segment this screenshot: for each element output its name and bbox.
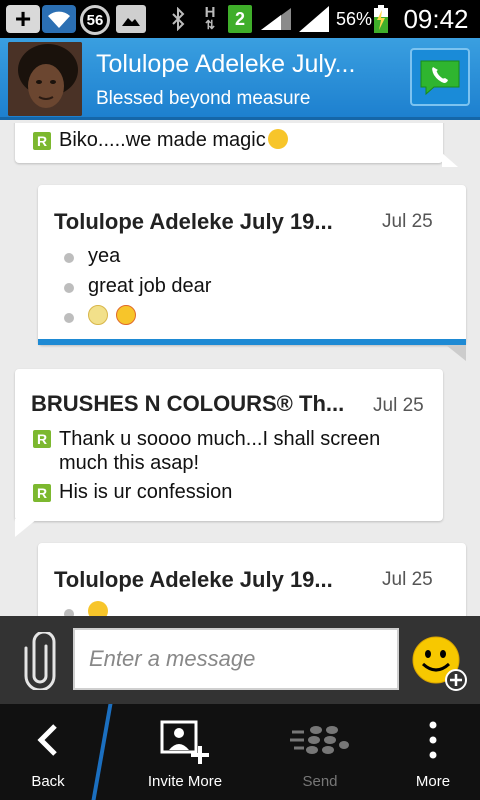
contact-avatar[interactable]	[8, 42, 82, 116]
message-text: yea	[88, 245, 121, 267]
signal-strength-icon	[258, 5, 294, 33]
invite-more-label: Invite More	[147, 773, 223, 790]
message-item: yea	[60, 245, 120, 268]
data-arrows-icon: ⇅	[204, 18, 216, 32]
message-date: Jul 25	[382, 211, 433, 232]
more-button[interactable]: More	[386, 704, 480, 800]
laughing-emoji-icon	[267, 129, 288, 149]
message-text: His is ur confession	[59, 481, 233, 503]
message-item: R His is ur confession	[33, 481, 433, 504]
delivered-dot-icon	[64, 253, 74, 263]
message-item	[60, 305, 136, 325]
chat-header: Tolulope Adeleke July... Blessed beyond …	[0, 38, 480, 120]
grinning-emoji-icon	[88, 305, 108, 325]
read-indicator-bar	[38, 339, 466, 345]
message-text: Biko.....we made magic	[59, 129, 266, 151]
voice-call-button[interactable]	[410, 48, 470, 106]
message-bubble-incoming[interactable]: BRUSHES N COLOURS® Th... Jul 25 R Thank …	[15, 369, 443, 521]
sim-slot-badge: 2	[228, 5, 252, 33]
conversation-list[interactable]: R Biko.....we made magic Tolulope Adelek…	[0, 123, 480, 616]
contact-name: Tolulope Adeleke July...	[96, 50, 356, 78]
signal-strength-2-icon	[296, 5, 332, 33]
message-date: Jul 25	[373, 395, 424, 416]
battery-charging-icon	[372, 5, 390, 33]
heart-eyes-emoji-icon	[116, 305, 136, 325]
message-item: R Biko.....we made magic	[33, 129, 433, 152]
message-item: R Thank u soooo much...I shall screen mu…	[33, 427, 433, 475]
read-status-icon: R	[33, 484, 51, 502]
message-bubble-outgoing[interactable]: Tolulope Adeleke July 19... Jul 25 yea g…	[38, 185, 466, 345]
overflow-menu-icon	[429, 721, 437, 759]
send-button[interactable]: Send	[272, 704, 368, 800]
invite-more-button[interactable]: Invite More	[124, 704, 246, 800]
delivered-dot-icon	[64, 609, 74, 616]
message-text: Thank u soooo much...I shall screen much…	[59, 428, 381, 474]
contact-status-message: Blessed beyond measure	[96, 88, 311, 109]
message-text: great job dear	[88, 275, 212, 297]
delivered-dot-icon	[64, 313, 74, 323]
image-notification-icon	[116, 5, 146, 33]
add-contact-icon	[160, 720, 209, 764]
message-date: Jul 25	[382, 569, 433, 590]
network-type-indicator: H ⇅	[200, 5, 220, 33]
message-sender: Tolulope Adeleke July 19...	[54, 567, 333, 592]
message-sender: BRUSHES N COLOURS® Th...	[31, 391, 345, 416]
bubble-tail-icon	[15, 519, 37, 537]
battery-percent: 56%	[335, 8, 373, 29]
chevron-left-icon	[37, 724, 57, 756]
clock: 09:42	[403, 3, 469, 34]
notification-count-badge: 56	[80, 5, 110, 35]
attach-button[interactable]	[24, 632, 56, 690]
emoticon-button[interactable]	[410, 634, 468, 692]
message-bubble-outgoing[interactable]: Tolulope Adeleke July 19... Jul 25	[38, 543, 466, 616]
back-button[interactable]: Back	[0, 704, 96, 800]
send-label: Send	[302, 773, 338, 790]
plus-notification-icon: +	[6, 5, 40, 33]
message-item: great job dear	[60, 275, 211, 298]
wifi-icon	[42, 5, 76, 33]
back-label: Back	[31, 773, 65, 790]
bubble-tail-icon	[442, 153, 458, 167]
read-status-icon: R	[33, 132, 51, 150]
message-bubble-incoming[interactable]: R Biko.....we made magic	[15, 123, 443, 163]
bluetooth-icon	[168, 5, 188, 33]
message-sender: Tolulope Adeleke July 19...	[54, 209, 333, 234]
bbm-send-icon	[290, 726, 349, 754]
more-label: More	[415, 773, 451, 790]
delivered-dot-icon	[64, 283, 74, 293]
message-input[interactable]	[73, 628, 399, 690]
phone-chat-icon	[420, 60, 460, 96]
bottom-action-bar: Back Invite More Send More	[0, 704, 480, 800]
bubble-tail-icon	[446, 345, 466, 361]
message-composer	[0, 616, 480, 704]
status-bar: + 56 H ⇅ 2 56% 09:42	[0, 0, 480, 38]
read-status-icon: R	[33, 430, 51, 448]
message-item	[60, 601, 108, 616]
laughing-emoji-icon	[88, 601, 108, 616]
